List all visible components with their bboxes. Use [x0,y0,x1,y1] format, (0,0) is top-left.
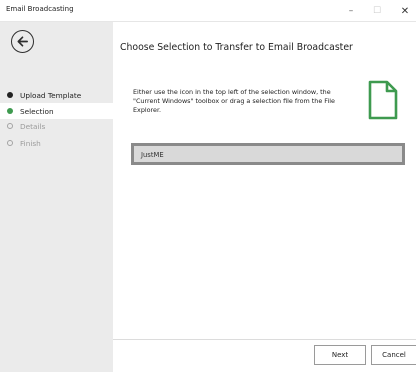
close-button[interactable]: ✕ [394,0,416,22]
minimize-button[interactable]: – [340,0,362,22]
instructions-text: Either use the icon in the top left of t… [133,88,335,114]
step-label: Finish [20,138,41,148]
step-pending-circle-icon [7,140,13,146]
cancel-button[interactable]: Cancel [371,345,416,365]
back-button[interactable] [11,30,34,53]
next-button[interactable]: Next [314,345,366,365]
step-label: Details [20,121,46,131]
step-completed-dot-icon [7,92,13,98]
step-pending-circle-icon [7,123,13,129]
page-title: Choose Selection to Transfer to Email Br… [120,42,353,53]
step-label: Upload Template [20,90,82,100]
step-details: Details [0,118,113,134]
step-active-dot-icon [7,108,13,114]
maximize-button[interactable]: ☐ [366,0,388,22]
email-broadcasting-window: Email Broadcasting – ☐ ✕ Upload Template… [0,0,416,372]
step-upload-template[interactable]: Upload Template [0,87,113,103]
arrow-left-icon [17,36,28,47]
footer-divider [113,339,416,340]
step-label: Selection [20,106,54,116]
title-bar: Email Broadcasting – ☐ ✕ [0,0,416,22]
step-selection[interactable]: Selection [0,103,113,119]
window-title: Email Broadcasting [6,5,74,13]
step-finish: Finish [0,135,113,151]
selection-file-field[interactable]: JustME [131,143,405,165]
document-icon[interactable] [368,80,398,120]
wizard-sidebar: Upload Template Selection Details Finish [0,22,113,372]
